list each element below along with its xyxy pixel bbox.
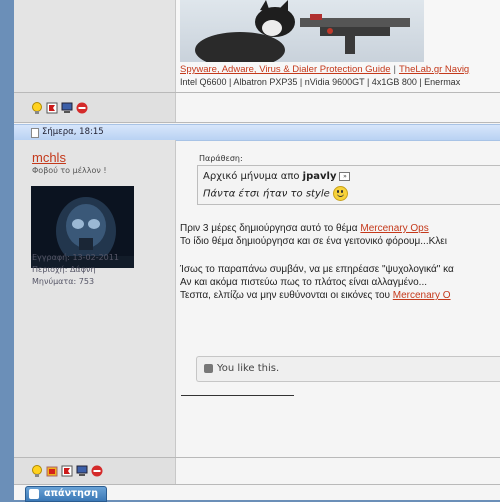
link-separator: | xyxy=(393,64,396,75)
user-registration: Εγγραφή: 13-02-2011 xyxy=(32,253,119,262)
signature-specs: Intel Q6600 | Albatron PXP35 | nVidia 96… xyxy=(180,77,461,87)
block-icon[interactable] xyxy=(91,462,103,477)
quote-author: jpavly xyxy=(302,171,337,182)
column-divider xyxy=(175,140,176,485)
signature-links: Spyware, Adware, Virus & Dialer Protecti… xyxy=(180,64,469,75)
thumbs-up-icon xyxy=(204,364,213,373)
quote-original-prefix: Αρχικό μήνυμα απο xyxy=(203,171,300,182)
lightbulb-icon[interactable] xyxy=(31,462,43,477)
signature-separator xyxy=(181,395,294,396)
signature-link-protection-guide[interactable]: Spyware, Adware, Virus & Dialer Protecti… xyxy=(180,64,391,75)
post-line-3: Ίσως το παραπάνω συμβάν, να με επηρέασε … xyxy=(180,264,454,275)
post-line-2: Το ίδιο θέμα δημιούργησα και σε ένα γειτ… xyxy=(180,236,447,247)
quote-header: Αρχικό μήνυμα απο jpavly» xyxy=(203,171,351,182)
post-action-icons xyxy=(31,462,103,477)
prev-post-icons xyxy=(31,99,88,114)
post-line-5-text: Τεσπα, ελπίζω να μην ευθύνονται οι εικόν… xyxy=(180,290,393,301)
reply-button-label: απάντηση xyxy=(44,488,99,499)
quote-box: Αρχικό μήνυμα απο jpavly» Πάντα έτσι ήτα… xyxy=(197,165,500,205)
block-icon[interactable] xyxy=(76,99,88,114)
report-flag-icon[interactable] xyxy=(46,99,58,114)
quote-text: Πάντα έτσι ήταν το style xyxy=(203,188,330,200)
mercenary-ops-link[interactable]: Mercenary Ops xyxy=(360,223,428,234)
signature-image xyxy=(180,0,424,62)
post-header: Σήμερα, 18:15 xyxy=(14,124,500,141)
user-title: Φοβού το μέλλον ! xyxy=(32,166,107,175)
row-divider xyxy=(14,484,500,485)
report-flag-icon[interactable] xyxy=(61,462,73,477)
smiley-icon xyxy=(332,186,348,201)
user-message-count: Μηνύματα: 753 xyxy=(32,277,95,286)
quote-label: Παράθεση: xyxy=(199,154,243,163)
like-text: You like this. xyxy=(217,363,280,374)
username-link[interactable]: mchls xyxy=(32,150,66,165)
post-line-1: Πριν 3 μέρες δημιούργησα αυτό το θέμα Me… xyxy=(180,223,429,234)
post-divider xyxy=(14,122,500,123)
view-post-arrow-icon[interactable]: » xyxy=(339,171,351,181)
like-box: You like this. xyxy=(196,356,500,382)
mercenary-ops-link-2[interactable]: Mercenary O xyxy=(393,290,451,301)
signature-link-thelab-navig[interactable]: TheLab.gr Navig xyxy=(399,64,469,75)
post-line-5: Τεσπα, ελπίζω να μην ευθύνονται οι εικόν… xyxy=(180,290,451,301)
lightbulb-icon[interactable] xyxy=(31,99,43,114)
post-line-4: Αν και ακόμα πιστεύω πως το πλάτος είναι… xyxy=(180,277,428,288)
reply-arrow-icon xyxy=(29,489,39,499)
prev-post-userinfo xyxy=(14,0,175,92)
post-date: Σήμερα, 18:15 xyxy=(42,127,104,137)
quote-text-line: Πάντα έτσι ήταν το style xyxy=(203,186,348,201)
post-document-icon xyxy=(31,128,39,138)
computer-icon[interactable] xyxy=(76,462,88,476)
computer-icon[interactable] xyxy=(61,99,73,113)
thanks-icon[interactable] xyxy=(46,462,58,477)
post-line-1-text: Πριν 3 μέρες δημιούργησα αυτό το θέμα xyxy=(180,223,361,234)
user-location: Περιοχή: Δάφνη xyxy=(32,265,96,274)
